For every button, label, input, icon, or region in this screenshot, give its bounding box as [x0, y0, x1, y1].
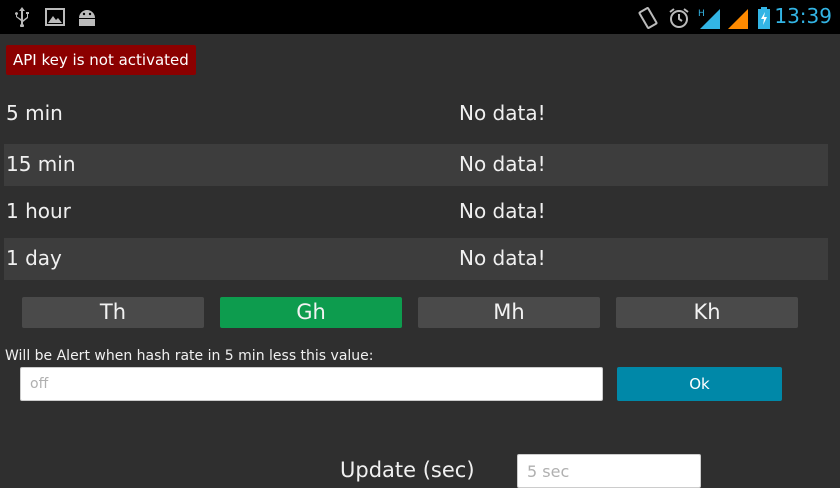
period-label: 1 day [6, 246, 62, 270]
hashrate-row: 15 min No data! [4, 144, 828, 186]
signal-h-icon: H [698, 7, 722, 33]
hashrate-row: 5 min No data! [4, 93, 828, 135]
hashrate-row: 1 hour No data! [4, 191, 828, 233]
ok-button[interactable]: Ok [617, 367, 782, 401]
svg-text:H: H [698, 9, 705, 19]
signal-icon [728, 7, 750, 33]
usb-icon [14, 7, 30, 31]
api-status-badge: API key is not activated [6, 45, 196, 75]
android-icon [76, 7, 98, 31]
period-label: 15 min [6, 152, 76, 176]
unit-gh-button[interactable]: Gh [220, 297, 402, 328]
period-label: 5 min [6, 101, 63, 125]
status-bar: H 13:39 [0, 0, 840, 34]
hashrate-value: No data! [459, 199, 546, 223]
image-icon [45, 7, 65, 31]
unit-mh-button[interactable]: Mh [418, 297, 600, 328]
period-label: 1 hour [6, 199, 71, 223]
alert-threshold-label: Will be Alert when hash rate in 5 min le… [5, 348, 374, 364]
hashrate-value: No data! [459, 152, 546, 176]
hashrate-value: No data! [459, 246, 546, 270]
unit-kh-button[interactable]: Kh [616, 297, 798, 328]
alarm-icon [668, 7, 690, 33]
alert-threshold-input[interactable] [20, 367, 603, 401]
update-interval-input[interactable] [517, 454, 701, 488]
hashrate-row: 1 day No data! [4, 238, 828, 280]
hashrate-value: No data! [459, 101, 546, 125]
update-interval-label: Update (sec) [340, 458, 475, 482]
unit-th-button[interactable]: Th [22, 297, 204, 328]
battery-charging-icon [757, 7, 771, 33]
rotate-icon [637, 7, 659, 33]
clock-time: 13:39 [774, 4, 832, 28]
